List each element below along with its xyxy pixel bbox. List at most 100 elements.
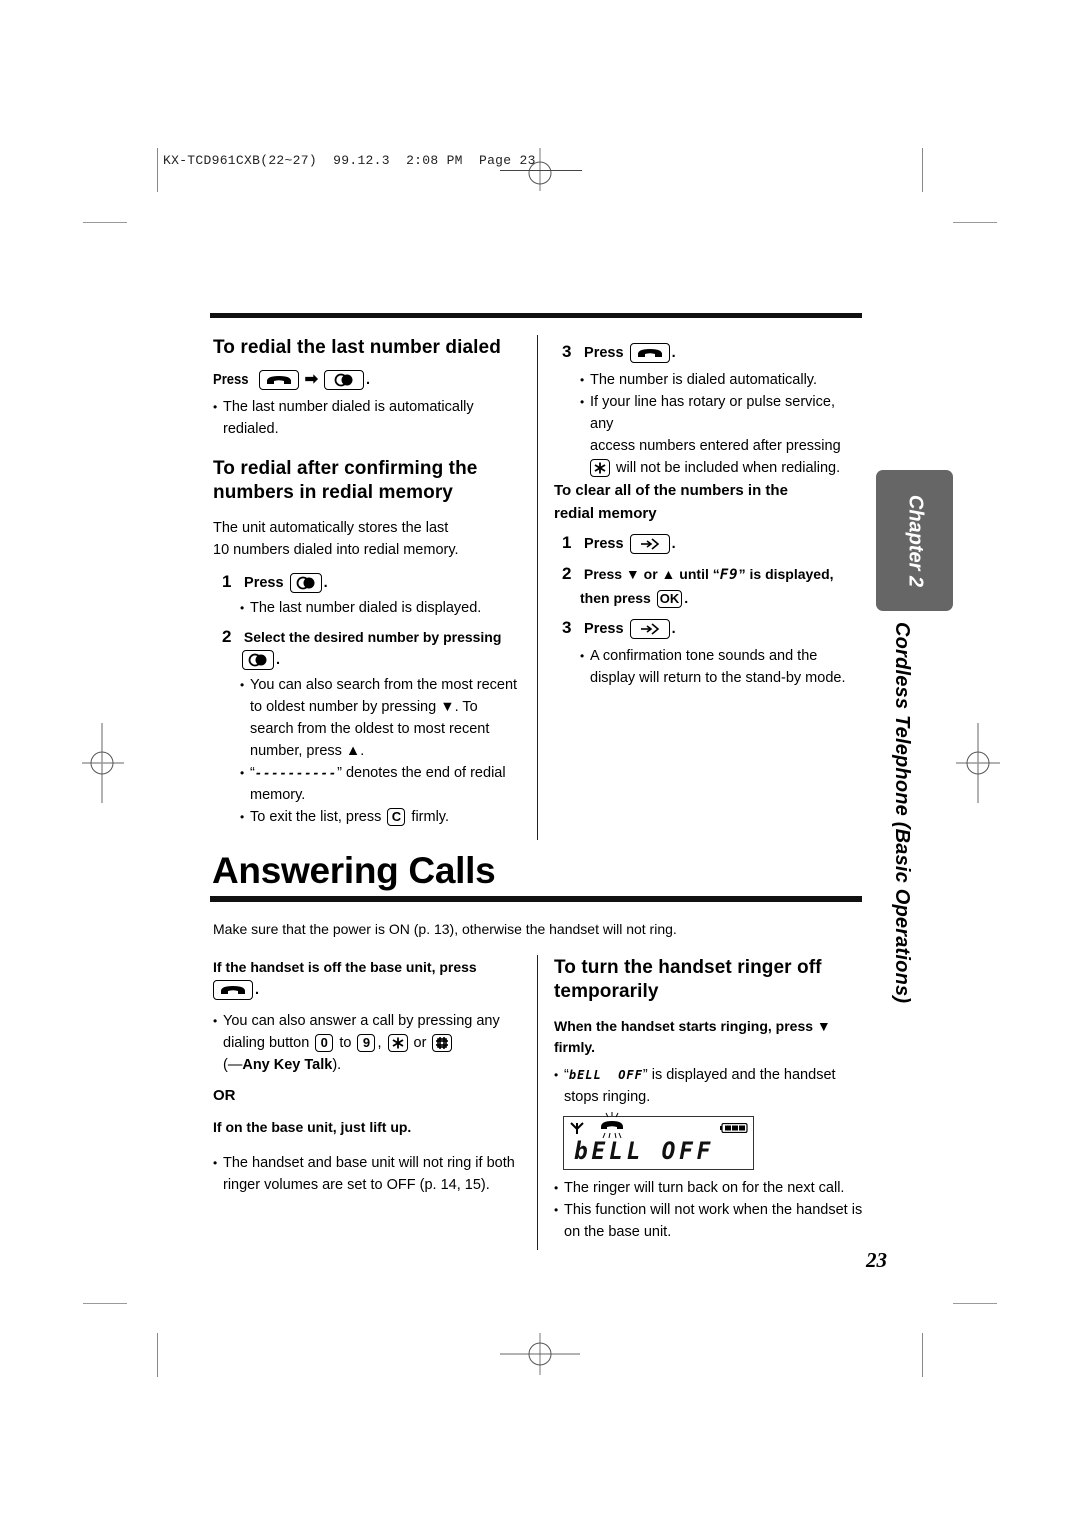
- section-step-3: 3 Press . The number is dialed automatic…: [562, 340, 862, 479]
- pound-key[interactable]: [432, 1034, 453, 1053]
- key-0[interactable]: 0: [315, 1034, 334, 1053]
- heading-clear-memory: To clear all of the numbers in the redia…: [554, 482, 788, 522]
- ringer-off-instruction: When the handset starts ringing, press ▼…: [554, 1018, 831, 1055]
- star-key-icon: [391, 1036, 405, 1050]
- slug-time: 2:08 PM: [406, 153, 463, 168]
- page-number: 23: [866, 1248, 887, 1272]
- crop-mark: [83, 222, 127, 223]
- talk-key[interactable]: [258, 370, 299, 391]
- step-2: 2 Select the desired number by pressing: [222, 627, 502, 646]
- ok-key[interactable]: OK: [656, 590, 683, 609]
- crop-mark: [83, 1303, 127, 1304]
- redial-icon: [331, 373, 357, 387]
- answering-intro: Make sure that the power is ON (p. 13), …: [213, 921, 677, 937]
- function-arrow-icon: [637, 622, 663, 636]
- pound-key-icon: [435, 1036, 449, 1050]
- section-redial-memory: To redial after confirming the numbers in…: [213, 457, 533, 828]
- print-slug: KX-TCD961CXB(22~27) 99.12.3 2:08 PM Page…: [163, 153, 536, 168]
- bullet-item: You can also answer a call by pressing a…: [213, 1010, 533, 1076]
- redial-last-instruction: Press ➡ .: [213, 368, 533, 392]
- slug-page: Page 23: [478, 153, 536, 168]
- bullet-item: You can also search from the most recent…: [240, 674, 533, 762]
- handset-talk-icon: [635, 346, 665, 360]
- crop-mark: [922, 1333, 923, 1377]
- section-sidebar-title: Cordless Telephone (Basic Operations): [891, 622, 913, 1004]
- step-3: 3 Press .: [562, 340, 862, 365]
- key-9[interactable]: 9: [357, 1034, 376, 1053]
- heading-redial-memory: To redial after confirming the numbers in…: [213, 458, 478, 503]
- section-ringer-off: To turn the handset ringer off temporaril…: [554, 956, 864, 1108]
- clear-step-1: 1 Press .: [562, 531, 862, 556]
- section-top-rule: [210, 313, 862, 318]
- bullet-item: The last number dialed is displayed.: [240, 597, 533, 619]
- bullet-item: If your line has rotary or pulse service…: [580, 391, 862, 479]
- slug-model: KX-TCD961CXB(22~27): [163, 153, 317, 168]
- bullet-item: The last number dialed is automatically …: [213, 396, 493, 440]
- step-2-key: .: [240, 649, 533, 672]
- column-divider: [537, 335, 538, 840]
- star-key-icon: [593, 461, 607, 475]
- heading-ringer-off: To turn the handset ringer off temporaril…: [554, 957, 822, 1002]
- lcd-code-bell-off: bELL OFF: [568, 1068, 643, 1082]
- bullet-item: This function will not work when the han…: [554, 1199, 864, 1243]
- function-arrow-icon: [637, 537, 663, 551]
- column-divider: [537, 955, 538, 1250]
- redial-key[interactable]: [289, 573, 322, 594]
- clear-step-3: 3 Press .: [562, 616, 862, 641]
- crop-mark: [953, 222, 997, 223]
- press-label: Press: [213, 372, 249, 388]
- handset-talk-icon: [264, 373, 294, 387]
- heading-redial-last: To redial the last number dialed: [213, 337, 501, 358]
- chapter-tab[interactable]: Chapter 2: [876, 470, 953, 611]
- registration-mark-left: [82, 723, 124, 803]
- crop-mark: [157, 1333, 158, 1377]
- bullet-item: To exit the list, press C firmly.: [240, 806, 533, 828]
- ringer-off-notes: The ringer will turn back on for the nex…: [554, 1177, 864, 1243]
- battery-icon: [720, 1123, 748, 1133]
- function-key[interactable]: [629, 534, 670, 555]
- star-key[interactable]: [387, 1034, 408, 1053]
- bullet-item: A confirmation tone sounds and the displ…: [580, 645, 862, 689]
- redial-key[interactable]: [242, 650, 274, 671]
- talk-key[interactable]: [213, 980, 253, 1001]
- section-clear-memory: To clear all of the numbers in the redia…: [554, 479, 862, 689]
- bullet-item: The ringer will turn back on for the nex…: [554, 1177, 864, 1199]
- lcd-text: bELL OFF: [574, 1137, 715, 1165]
- talk-key[interactable]: [629, 343, 670, 364]
- bullet-item: The handset and base unit will not ring …: [213, 1152, 533, 1196]
- clear-step-2: 2 Press ▼ or ▲ until “F9” is displayed, …: [562, 564, 834, 609]
- section-redial-last: To redial the last number dialed Press ➡…: [213, 336, 533, 440]
- offbase-heading: If the handset is off the base unit, pre…: [213, 959, 477, 975]
- slug-date: 99.12.3: [333, 153, 390, 168]
- crop-mark: [157, 148, 158, 192]
- function-key[interactable]: [629, 619, 670, 640]
- end-of-memory-dashes: ----------: [254, 766, 338, 780]
- title-rule: [210, 896, 862, 902]
- redial-key[interactable]: [324, 370, 365, 391]
- lcd-display: bELL OFF: [563, 1112, 754, 1170]
- bullet-item: “----------” denotes the end of redial m…: [240, 762, 533, 806]
- then-arrow-icon: ➡: [304, 371, 318, 388]
- step-1: 1 Press .: [222, 570, 533, 595]
- bullet-item: “bELL OFF” is displayed and the handset …: [554, 1064, 864, 1108]
- antenna-icon: [570, 1122, 584, 1134]
- redial-memory-intro: The unit automatically stores the last 1…: [213, 520, 459, 558]
- lcd-code-f9: F9: [719, 567, 739, 583]
- page-title: Answering Calls: [212, 850, 496, 891]
- onbase-heading: If on the base unit, just lift up.: [213, 1119, 412, 1135]
- star-key[interactable]: [590, 459, 610, 478]
- registration-mark-right: [956, 723, 1000, 803]
- redial-icon: [293, 576, 319, 590]
- redial-icon: [245, 653, 271, 667]
- or-label: OR: [213, 1087, 236, 1104]
- section-answer-offbase: If the handset is off the base unit, pre…: [213, 956, 533, 1196]
- registration-mark-top: [528, 148, 552, 191]
- offbase-key: .: [213, 979, 533, 1002]
- bullet-item: The number is dialed automatically.: [580, 369, 862, 391]
- clear-key[interactable]: C: [387, 808, 406, 827]
- handset-talk-icon: [218, 983, 248, 997]
- crop-mark: [953, 1303, 997, 1304]
- registration-mark-bottom: [500, 1333, 580, 1375]
- crop-mark: [922, 148, 923, 192]
- slug-underline: [500, 170, 582, 171]
